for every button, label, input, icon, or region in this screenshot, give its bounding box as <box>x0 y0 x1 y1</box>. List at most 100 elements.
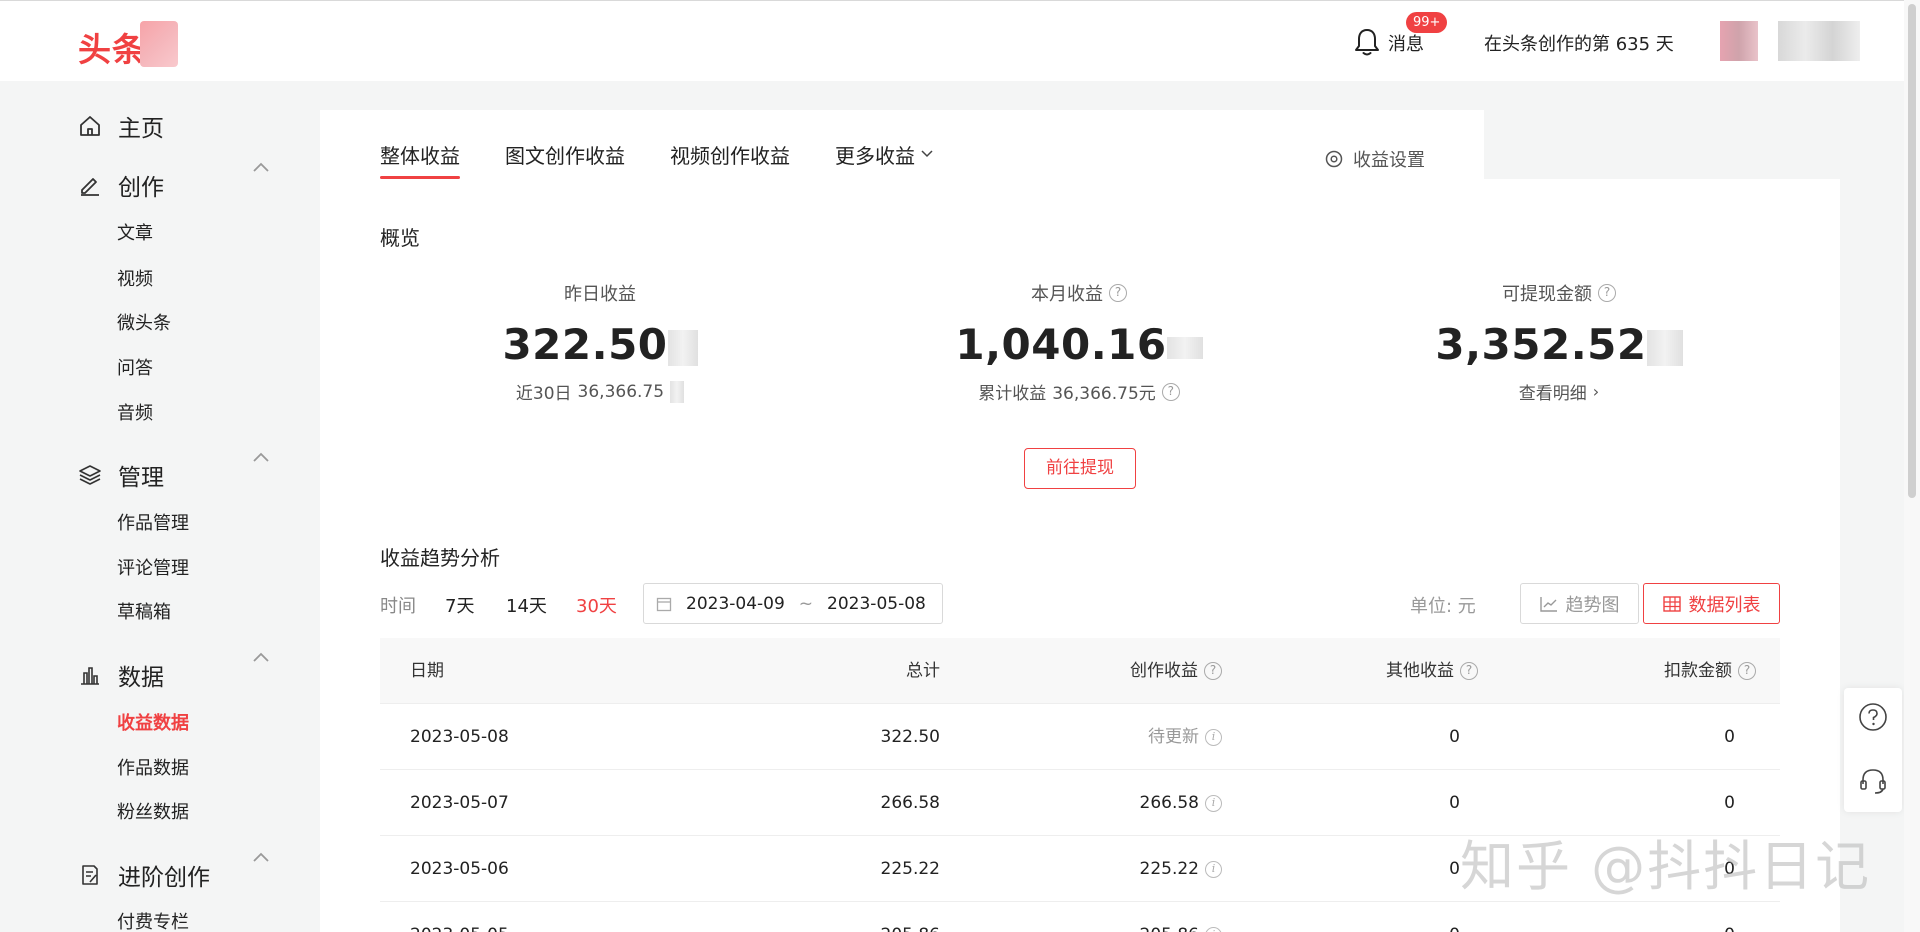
tab-overall-revenue[interactable]: 整体收益 <box>380 140 460 169</box>
sidebar-group-advanced[interactable]: 进阶创作 <box>78 858 210 892</box>
notifications-label[interactable]: 消息 <box>1388 30 1424 56</box>
help-icon[interactable]: ? <box>1738 662 1756 680</box>
help-icon[interactable]: ? <box>1161 382 1180 401</box>
help-icon[interactable]: ? <box>1204 662 1222 680</box>
sidebar-group-data[interactable]: 数据 <box>78 658 164 692</box>
cell-total: 322.50 <box>880 727 940 747</box>
sidebar-group-create[interactable]: 创作 <box>78 168 164 202</box>
sidebar-item-home[interactable]: 主页 <box>78 109 164 143</box>
pencil-icon <box>81 178 99 196</box>
cell-other: 0 <box>1449 727 1460 747</box>
toutiao-logo[interactable]: 头条 <box>78 23 146 71</box>
scrollbar-thumb[interactable] <box>1908 4 1916 498</box>
cell-other: 0 <box>1449 793 1460 813</box>
stat-label: 可提现金额? <box>1369 280 1749 306</box>
info-icon[interactable]: i <box>1205 794 1222 812</box>
chevron-up-icon[interactable] <box>252 161 270 173</box>
cell-create: 待更新 i <box>1148 704 1222 770</box>
cell-create: 225.22 i <box>1140 836 1222 902</box>
chevron-up-icon[interactable] <box>252 451 270 463</box>
chevron-up-icon[interactable] <box>252 851 270 863</box>
date-separator: ~ <box>798 593 814 614</box>
sidebar-item-comments[interactable]: 评论管理 <box>117 554 189 580</box>
cell-total: 205.86 <box>881 902 940 932</box>
sidebar-item-paid-column[interactable]: 付费专栏 <box>117 908 189 932</box>
data-list-button[interactable]: 数据列表 <box>1643 583 1780 624</box>
trend-chart-button[interactable]: 趋势图 <box>1520 583 1639 624</box>
help-icon[interactable]: ? <box>1598 284 1616 302</box>
stat-label: 昨日收益 <box>564 284 636 305</box>
document-edit-icon <box>82 865 98 885</box>
sidebar-item-video[interactable]: 视频 <box>117 265 153 291</box>
withdrawable-stat: 可提现金额? 3,352.52 查看明细 › <box>1369 280 1749 404</box>
sidebar-item-works-data[interactable]: 作品数据 <box>117 754 189 780</box>
info-icon[interactable]: i <box>1205 860 1222 878</box>
view-details-link[interactable]: 查看明细 › <box>1369 379 1749 404</box>
sidebar-group-label: 进阶创作 <box>118 865 210 891</box>
table-header: 日期 总计 创作收益? 其他收益? 扣款金额? <box>380 638 1780 704</box>
cell-date: 2023-05-08 <box>410 727 509 747</box>
sidebar-item-micro[interactable]: 微头条 <box>117 309 171 335</box>
cell-deduct: 0 <box>1724 727 1735 747</box>
range-7d[interactable]: 7天 <box>445 592 474 618</box>
top-bar: 头条 消息 99+ 在头条创作的第 635 天 <box>0 0 1920 81</box>
date-end[interactable]: 2023-05-08 <box>827 594 926 614</box>
cell-create: 266.58 i <box>1140 770 1222 836</box>
cell-total: 225.22 <box>880 859 940 879</box>
blur-mosaic <box>1166 336 1203 359</box>
stat-sub: 近30日 36,366.75 <box>410 379 790 404</box>
sidebar-item-label: 主页 <box>118 116 164 142</box>
cell-total: 266.58 <box>880 793 940 813</box>
sidebar-item-works[interactable]: 作品管理 <box>117 509 189 535</box>
sidebar-item-article[interactable]: 文章 <box>117 219 153 245</box>
avatar[interactable] <box>1720 21 1758 61</box>
time-label: 时间 <box>380 596 416 617</box>
layers-icon <box>79 465 101 485</box>
username-mosaic[interactable] <box>1778 21 1860 61</box>
sidebar-item-qa[interactable]: 问答 <box>117 354 153 380</box>
help-circle-icon[interactable] <box>1858 702 1888 732</box>
cell-create: 205.86i <box>1140 902 1222 932</box>
month-revenue-stat: 本月收益? 1,040.16 累计收益 36,366.75元? <box>889 280 1269 404</box>
home-icon <box>80 116 100 136</box>
line-chart-icon <box>1539 596 1557 612</box>
floating-help-panel <box>1844 688 1902 812</box>
tab-article-revenue[interactable]: 图文创作收益 <box>505 140 625 169</box>
withdraw-button[interactable]: 前往提现 <box>1024 448 1136 489</box>
sidebar-group-label: 管理 <box>118 465 164 491</box>
blur-mosaic <box>670 380 685 403</box>
sidebar-group-manage[interactable]: 管理 <box>78 458 164 492</box>
sidebar: 主页 创作 文章 视频 微头条 问答 音频 管理 作品管理 评论管理 草稿箱 数… <box>0 81 298 932</box>
cell-other: 0 <box>1449 902 1460 932</box>
info-icon[interactable]: i <box>1205 728 1222 746</box>
stat-value: 1,040.16 <box>889 320 1269 369</box>
revenue-settings-link[interactable]: 收益设置 <box>1325 146 1425 172</box>
sidebar-item-audio[interactable]: 音频 <box>117 399 153 425</box>
range-30d[interactable]: 30天 <box>576 592 617 618</box>
sidebar-item-revenue-data[interactable]: 收益数据 <box>117 709 189 735</box>
header-date: 日期 <box>410 661 444 681</box>
range-14d[interactable]: 14天 <box>506 592 547 618</box>
headset-icon[interactable] <box>1858 766 1888 796</box>
sidebar-item-fans-data[interactable]: 粉丝数据 <box>117 798 189 824</box>
chevron-down-icon[interactable] <box>921 150 933 158</box>
sidebar-item-drafts[interactable]: 草稿箱 <box>117 598 171 624</box>
unit-label: 单位: 元 <box>1410 596 1476 617</box>
help-icon[interactable]: ? <box>1109 284 1127 302</box>
info-icon[interactable]: i <box>1205 926 1222 932</box>
date-range-picker[interactable]: 2023-04-09 ~ 2023-05-08 <box>643 583 943 624</box>
sidebar-group-label: 数据 <box>118 665 164 691</box>
blur-mosaic <box>1646 329 1683 366</box>
stat-value: 322.50 <box>410 320 790 369</box>
date-start[interactable]: 2023-04-09 <box>686 594 785 614</box>
tab-more-revenue[interactable]: 更多收益 <box>835 140 915 169</box>
header-deduct: 扣款金额? <box>1664 638 1756 704</box>
tab-video-revenue[interactable]: 视频创作收益 <box>670 140 790 169</box>
help-icon[interactable]: ? <box>1460 662 1478 680</box>
table-row: 2023-05-05 205.86 205.86i 0 0 <box>380 902 1780 932</box>
header-create: 创作收益? <box>1130 638 1222 704</box>
calendar-icon <box>656 597 672 611</box>
bell-icon[interactable] <box>1353 27 1381 57</box>
chevron-up-icon[interactable] <box>252 651 270 663</box>
stat-sub: 累计收益 36,366.75元? <box>889 379 1269 404</box>
